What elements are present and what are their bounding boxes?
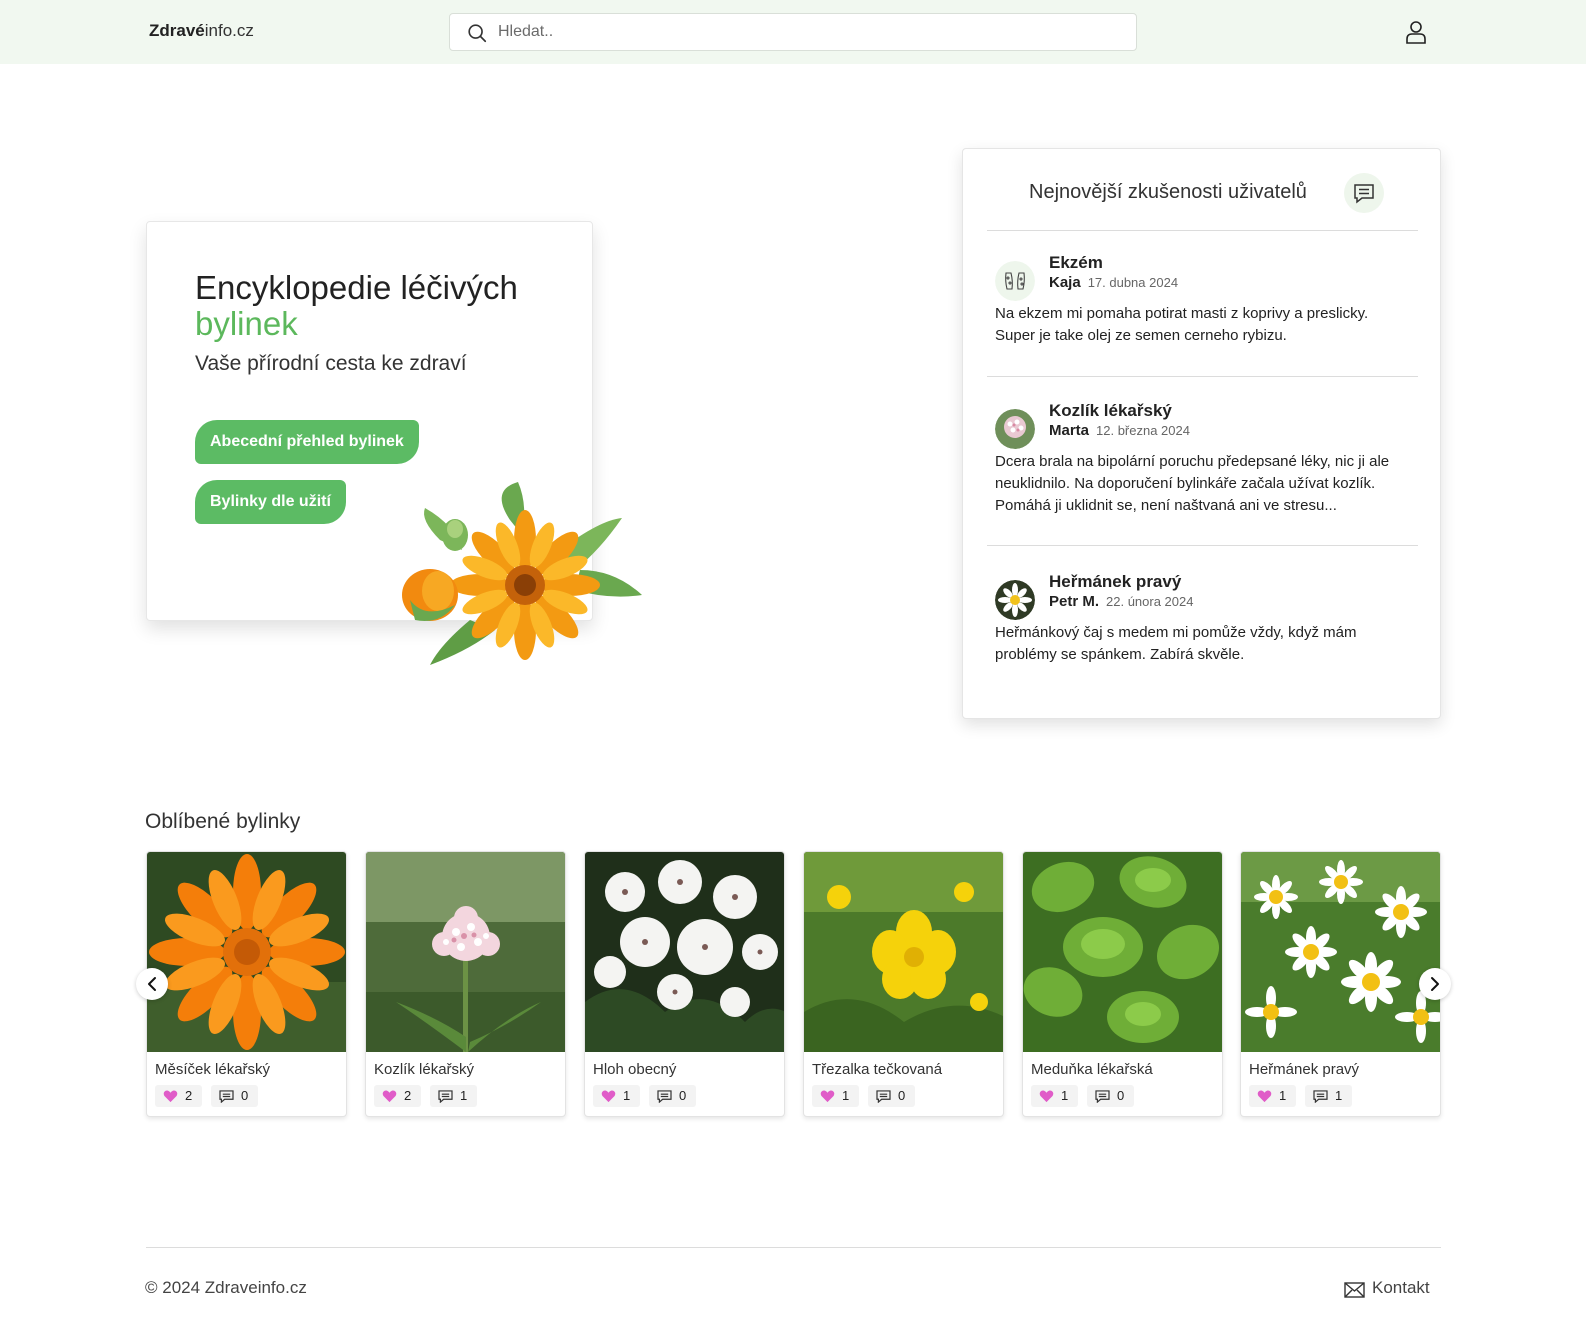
favorites-title: Oblíbené bylinky [145, 810, 301, 833]
herb-image-st-johns-wort [804, 852, 1003, 1052]
herb-image-chamomile [1241, 852, 1440, 1052]
herbs-by-use-button[interactable]: Bylinky dle užití [195, 480, 346, 524]
comment-icon [438, 1090, 453, 1103]
heart-icon [1039, 1090, 1054, 1103]
comments-count[interactable]: 0 [1087, 1085, 1135, 1107]
herb-name: Hloh obecný [593, 1061, 677, 1078]
heart-icon [601, 1090, 616, 1103]
chevron-left-icon [148, 977, 156, 991]
comment-icon [1095, 1090, 1110, 1103]
mail-icon [1344, 1282, 1365, 1298]
review-date: 22. února 2024 [1106, 594, 1194, 609]
review-topic: Heřmánek pravý [1049, 572, 1182, 591]
carousel-prev-button[interactable] [136, 968, 168, 1000]
comment-icon [1313, 1090, 1328, 1103]
review-topic: Kozlík lékařský [1049, 401, 1172, 420]
review-text: Heřmánkový čaj s medem mi pomůže vždy, k… [995, 624, 1357, 663]
footer-divider [146, 1247, 1441, 1248]
hero-subtitle: Vaše přírodní cesta ke zdraví [195, 352, 467, 375]
search-input[interactable] [498, 14, 1118, 50]
comments-count[interactable]: 0 [868, 1085, 916, 1107]
review-item[interactable]: Kozlík lékařský Marta 12. března 2024 Dce… [987, 401, 1418, 546]
hero-title-highlight: bylinek [195, 305, 298, 342]
review-item[interactable]: Heřmánek pravý Petr M. 22. února 2024 Heř… [987, 572, 1418, 680]
heart-icon [382, 1090, 397, 1103]
site-logo[interactable]: Zdravéinfo.cz [149, 21, 254, 41]
review-text: Dcera brala na bipolární poruchu předeps… [995, 453, 1390, 514]
herb-image-valerian [366, 852, 565, 1052]
contact-label: Kontakt [1372, 1278, 1430, 1297]
review-date: 12. března 2024 [1096, 423, 1190, 438]
logo-rest: info.cz [204, 21, 254, 40]
herb-card[interactable]: Heřmánek pravý 1 1 [1240, 851, 1441, 1117]
panel-title: Nejnovější zkušenosti uživatelů [1029, 181, 1307, 203]
review-meta: Marta 12. března 2024 [1049, 422, 1190, 439]
herb-name: Kozlík lékařský [374, 1061, 475, 1078]
search-box [449, 13, 1137, 51]
herb-name: Měsíček lékařský [155, 1061, 271, 1078]
favorites-carousel: Měsíček lékařský 2 0 Kozlík lékařský 2 1 [146, 851, 1441, 1117]
alphabetical-herbs-button[interactable]: Abecední přehled bylinek [195, 420, 419, 464]
herb-name: Heřmánek pravý [1249, 1061, 1360, 1078]
logo-bold: Zdravé [149, 21, 205, 40]
footer-copyright: © 2024 Zdraveinfo.cz [145, 1278, 307, 1297]
comment-icon [219, 1090, 234, 1103]
user-account-icon[interactable] [1403, 19, 1429, 45]
herb-card[interactable]: Meduňka lékařská 1 0 [1022, 851, 1223, 1117]
review-avatar-chamomile [995, 580, 1035, 620]
herb-card[interactable]: Kozlík lékařský 2 1 [365, 851, 566, 1117]
comments-count[interactable]: 0 [211, 1085, 259, 1107]
likes-count[interactable]: 1 [1031, 1085, 1079, 1107]
review-avatar-valerian [995, 409, 1035, 449]
heart-icon [820, 1090, 835, 1103]
herb-name: Meduňka lékařská [1031, 1061, 1153, 1078]
likes-count[interactable]: 1 [1249, 1085, 1297, 1107]
herb-card[interactable]: Třezalka tečkovaná 1 0 [803, 851, 1004, 1117]
comment-icon [657, 1090, 672, 1103]
comments-count[interactable]: 1 [430, 1085, 478, 1107]
likes-count[interactable]: 2 [374, 1085, 422, 1107]
herb-image-calendula [147, 852, 346, 1052]
panel-header: Nejnovější zkušenosti uživatelů [987, 149, 1418, 231]
review-meta: Petr M. 22. února 2024 [1049, 593, 1193, 610]
hero-title: Encyklopedie léčivých bylinek [195, 270, 518, 342]
likes-count[interactable]: 1 [593, 1085, 641, 1107]
review-user: Petr M. [1049, 593, 1100, 610]
contact-link[interactable]: Kontakt [1344, 1278, 1430, 1298]
heart-icon [1257, 1090, 1272, 1103]
likes-count[interactable]: 2 [155, 1085, 203, 1107]
herb-card[interactable]: Hloh obecný 1 0 [584, 851, 785, 1117]
comments-count[interactable]: 1 [1305, 1085, 1353, 1107]
review-date: 17. dubna 2024 [1087, 275, 1179, 290]
comment-icon [876, 1090, 891, 1103]
latest-experiences-panel: Nejnovější zkušenosti uživatelů Ekzém Ka… [962, 148, 1441, 719]
herb-card[interactable]: Měsíček lékařský 2 0 [146, 851, 347, 1117]
review-user: Kaja [1049, 274, 1081, 291]
review-text: Na ekzem mi pomaha potirat masti z kopri… [995, 305, 1369, 344]
comments-count[interactable]: 0 [649, 1085, 697, 1107]
likes-count[interactable]: 1 [812, 1085, 860, 1107]
top-header: Zdravéinfo.cz [0, 0, 1586, 64]
calendula-flower-image [402, 482, 642, 665]
herb-name: Třezalka tečkovaná [812, 1061, 943, 1078]
chevron-right-icon [1431, 977, 1439, 991]
review-user: Marta [1049, 422, 1090, 439]
carousel-next-button[interactable] [1419, 968, 1451, 1000]
comment-icon [1344, 173, 1384, 213]
review-topic: Ekzém [1049, 253, 1103, 272]
herb-image-hawthorn [585, 852, 784, 1052]
heart-icon [163, 1090, 178, 1103]
search-icon [468, 24, 487, 43]
review-meta: Kaja 17. dubna 2024 [1049, 274, 1178, 291]
review-avatar-eczema [995, 261, 1035, 301]
hero-title-line1: Encyklopedie léčivých [195, 269, 518, 306]
review-item[interactable]: Ekzém Kaja 17. dubna 2024 Na ekzem mi pom… [987, 253, 1418, 377]
herb-image-lemon-balm [1023, 852, 1222, 1052]
